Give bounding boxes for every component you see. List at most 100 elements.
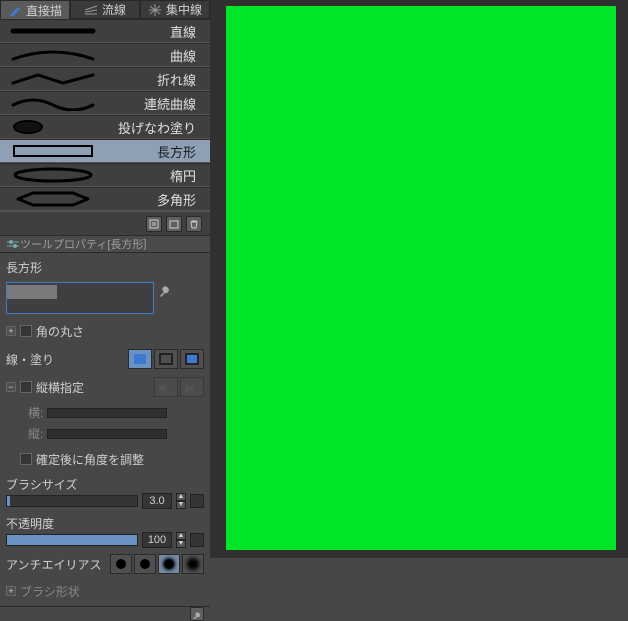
delete-subtool-button[interactable] [186,216,202,232]
angle-after-label: 確定後に角度を調整 [36,451,144,468]
prop-header-tool: 長方形 [110,236,143,252]
round-corner-label: 角の丸さ [36,323,84,340]
subtool-label: 折れ線 [106,70,210,89]
slider-icon [6,237,20,251]
brush-size-slider[interactable] [6,495,138,507]
ellipse-icon [0,164,106,186]
opacity-row: 不透明度 100 ▲ ▼ [6,515,204,548]
tab-focus-lines[interactable]: 集中線 [140,0,210,19]
aa-weak[interactable] [134,554,156,574]
spin-up[interactable]: ▲ [176,532,186,540]
canvas-viewport[interactable] [210,0,628,558]
aspect-v-label: 縦: [28,425,43,442]
aa-none[interactable] [110,554,132,574]
aspect-px-btn[interactable]: px [180,377,204,397]
rectangle-icon [0,140,106,162]
property-footer [0,606,210,621]
new-subtool-button[interactable] [166,216,182,232]
polygon-icon [0,188,106,210]
spin-up[interactable]: ▲ [176,493,186,501]
fill-mode-outline[interactable] [154,349,178,369]
wrench-icon[interactable] [158,282,174,298]
preview-inner [7,285,57,299]
brush-size-row: ブラシサイズ 3.0 ▲ ▼ [6,476,204,509]
pencil-icon [8,3,22,17]
aspect-h-label: 横: [28,404,43,421]
subtool-label: 直線 [106,22,210,41]
subtool-curve[interactable]: 曲線 [0,43,210,67]
round-corner-checkbox[interactable] [20,325,32,337]
aspect-h-slider[interactable] [47,408,167,418]
tab-label: 流線 [102,1,126,18]
fill-mode-both[interactable] [180,349,204,369]
opacity-label: 不透明度 [6,515,204,532]
canvas[interactable] [226,6,616,550]
opacity-dynamics[interactable] [190,533,204,547]
subtool-straight-line[interactable]: 直線 [0,19,210,43]
tool-property-body: 長方形 + 角の丸さ 線・塗り − 縦横指定 [0,253,210,606]
subtool-rectangle[interactable]: 長方形 [0,139,210,163]
brush-preview-row2 [6,282,204,314]
subtool-label: 投げなわ塗り [106,118,210,137]
spin-down[interactable]: ▼ [176,501,186,509]
aspect-buttons: % px [154,377,204,397]
aspect-row: − 縦横指定 % px [6,376,204,398]
expand-toggle[interactable]: − [6,382,16,392]
prop-header-suffix: ] [143,238,146,250]
aspect-ratio-btn[interactable]: % [154,377,178,397]
prop-header-prefix: ツールプロパティ[ [20,236,110,252]
polyline-icon [0,68,106,90]
wrench-icon[interactable] [190,607,204,621]
subtool-label: 楕円 [106,166,210,185]
tab-flow-lines[interactable]: 流線 [70,0,140,19]
brush-size-value[interactable]: 3.0 [142,493,172,509]
tab-label: 集中線 [166,1,202,18]
line-icon [0,20,106,42]
subtool-menu-button[interactable] [146,216,162,232]
brush-size-dynamics[interactable] [190,494,204,508]
subtool-label: 曲線 [106,46,210,65]
tab-label: 直接描 [26,2,62,19]
subtool-polyline[interactable]: 折れ線 [0,67,210,91]
expand-toggle[interactable]: + [6,586,16,596]
aa-strong[interactable] [182,554,204,574]
subtool-label: 長方形 [106,142,210,161]
fill-mode-solid[interactable] [128,349,152,369]
angle-after-checkbox[interactable] [20,453,32,465]
angle-after-row: 確定後に角度を調整 [6,448,204,470]
subtool-lasso-fill[interactable]: 投げなわ塗り [0,115,210,139]
spin-down[interactable]: ▼ [176,540,186,548]
subtool-list: 直線 曲線 折れ線 連続曲線 投げなわ塗り 長方形 楕円 多角形 [0,19,210,235]
brush-preview[interactable] [6,282,154,314]
opacity-value[interactable]: 100 [142,532,172,548]
brush-preview-label: 長方形 [6,257,46,276]
expand-toggle[interactable]: + [6,326,16,336]
antialias-row: アンチエイリアス [6,554,204,574]
brush-preview-row: 長方形 [6,257,204,276]
aspect-label: 縦横指定 [36,379,84,396]
svg-text:px: px [185,384,193,393]
aspect-v-slider[interactable] [47,429,167,439]
aa-mid[interactable] [158,554,180,574]
tool-panel: 直接描 流線 集中線 直線 曲線 折れ線 連続曲線 投げなわ塗り [0,0,210,558]
cont-curve-icon [0,92,106,114]
subtool-continuous-curve[interactable]: 連続曲線 [0,91,210,115]
subtool-footer [0,211,210,235]
subtool-label: 多角形 [106,190,210,209]
aspect-h-row: 横: [28,404,204,421]
line-fill-label: 線・塗り [6,351,54,368]
lasso-icon [0,116,106,138]
aspect-v-row: 縦: [28,425,204,442]
brush-size-label: ブラシサイズ [6,476,204,493]
round-corner-row: + 角の丸さ [6,320,204,342]
aspect-checkbox[interactable] [20,381,32,393]
subtool-polygon[interactable]: 多角形 [0,187,210,211]
subtool-ellipse[interactable]: 楕円 [0,163,210,187]
antialias-label: アンチエイリアス [6,556,102,573]
aspect-subrows: 横: 縦: [6,404,204,442]
opacity-slider[interactable] [6,534,138,546]
tab-direct-draw[interactable]: 直接描 [0,0,70,19]
tool-property-header: ツールプロパティ[長方形] [0,235,210,253]
svg-text:%: % [159,384,166,393]
line-fill-buttons [128,349,204,369]
